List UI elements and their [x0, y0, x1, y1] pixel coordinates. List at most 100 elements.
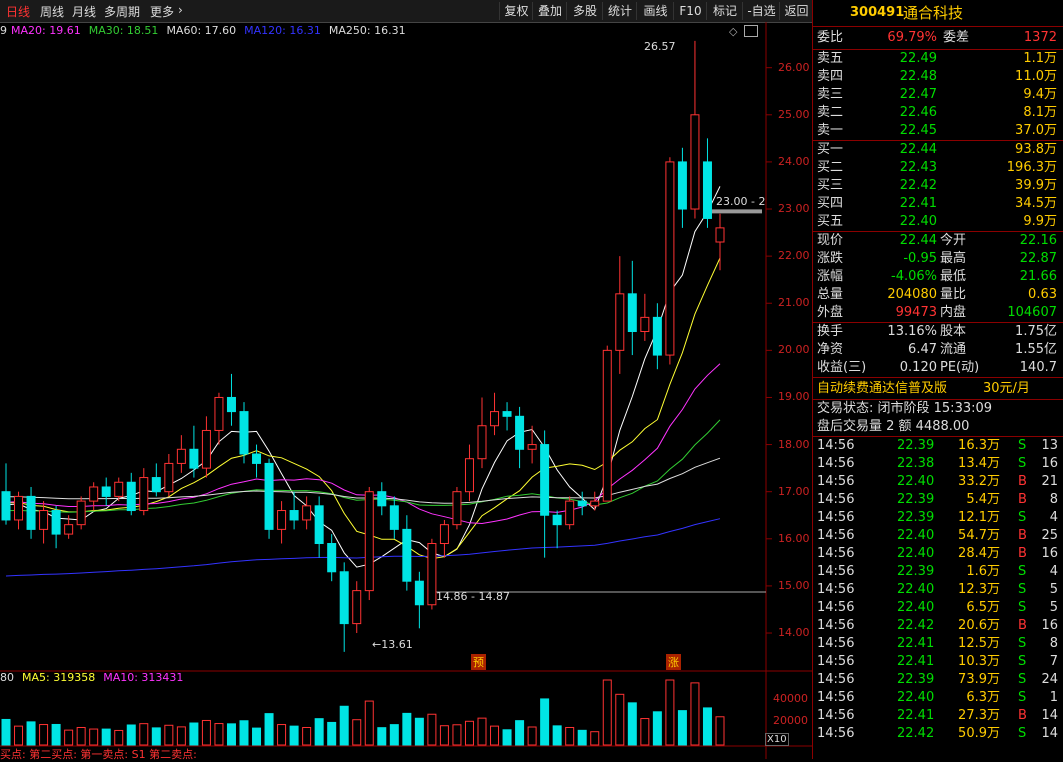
tick-time: 14:56 [817, 456, 855, 471]
tick-time: 14:56 [817, 636, 855, 651]
mark-yu[interactable]: 预 [471, 654, 486, 670]
book-volume: 9.9万 [1023, 214, 1057, 229]
tick-row[interactable]: 14:56 22.40 12.3万 S 5 [813, 581, 1063, 599]
fund-row: 收益(三) 0.120 PE(动) 140.7 [813, 359, 1063, 377]
volume-bar [690, 682, 700, 746]
stat-value: 104607 [1007, 305, 1057, 320]
tick-row[interactable]: 14:56 22.40 33.2万 B 21 [813, 473, 1063, 491]
right-price-annotation: 23.00 - 2 [716, 195, 766, 208]
after-hours-text: 盘后交易量 2 额 4488.00 [817, 419, 970, 434]
tick-volume: 12.3万 [958, 582, 1000, 597]
asks-row[interactable]: 卖四 22.48 11.0万 [813, 68, 1063, 86]
tick-time: 14:56 [817, 672, 855, 687]
volume-legend-item: MA10: 313431 [103, 671, 184, 684]
tick-volume: 33.2万 [958, 474, 1000, 489]
ad-price[interactable]: 30元/月 [983, 378, 1030, 399]
candle [652, 303, 662, 370]
ad-banner[interactable]: 自动续费通达信普及版 30元/月 [813, 378, 1063, 400]
tick-side: S [1018, 600, 1027, 615]
ma120-line [5, 518, 721, 577]
candle [402, 515, 412, 591]
volume-legend: 80 MA5: 319358 MA10: 313431 [0, 671, 191, 684]
asks-row[interactable]: 卖二 22.46 8.1万 [813, 104, 1063, 122]
book-price: 22.46 [899, 105, 937, 120]
tick-row[interactable]: 14:56 22.40 6.5万 S 5 [813, 599, 1063, 617]
volume-bar [1, 718, 11, 746]
asks-row[interactable]: 卖五 22.49 1.1万 [813, 50, 1063, 68]
book-price: 22.44 [899, 142, 937, 157]
fund-value: 1.55亿 [1015, 342, 1057, 357]
candle [439, 519, 449, 558]
tick-price: 22.39 [897, 672, 935, 687]
bids-row[interactable]: 买二 22.43 196.3万 [813, 159, 1063, 177]
tick-side: B [1018, 474, 1027, 489]
tick-row[interactable]: 14:56 22.38 13.4万 S 16 [813, 455, 1063, 473]
tick-row[interactable]: 14:56 22.41 10.3万 S 7 [813, 653, 1063, 671]
ask-book: 卖五 22.49 1.1万 卖四 22.48 11.0万 卖三 22.47 9.4万 卖二 22.4… [813, 50, 1063, 141]
candle [677, 147, 687, 228]
ad-text[interactable]: 自动续费通达信普及版 [817, 378, 947, 399]
tick-row[interactable]: 14:56 22.41 27.3万 B 14 [813, 707, 1063, 725]
tick-row[interactable]: 14:56 22.39 73.9万 S 24 [813, 671, 1063, 689]
tick-row[interactable]: 14:56 22.39 5.4万 B 8 [813, 491, 1063, 509]
tick-row[interactable]: 14:56 22.40 28.4万 B 16 [813, 545, 1063, 563]
bids-row[interactable]: 买一 22.44 93.8万 [813, 141, 1063, 159]
volume-bar [214, 723, 224, 746]
tick-row[interactable]: 14:56 22.41 12.5万 S 8 [813, 635, 1063, 653]
bids-row[interactable]: 买四 22.41 34.5万 [813, 195, 1063, 213]
tick-volume: 50.9万 [958, 726, 1000, 741]
book-label: 卖五 [817, 51, 844, 66]
candle [352, 581, 362, 634]
candle [627, 260, 637, 356]
tick-price: 22.40 [897, 474, 935, 489]
candle [414, 571, 424, 629]
tick-side: B [1018, 492, 1027, 507]
asks-row[interactable]: 卖三 22.47 9.4万 [813, 86, 1063, 104]
volume-bar [176, 726, 186, 746]
tick-row[interactable]: 14:56 22.39 12.1万 S 4 [813, 509, 1063, 527]
tick-count: 1 [1049, 690, 1058, 705]
volume-bar [51, 723, 61, 746]
stat-row: 现价 22.44 今开 22.16 [813, 232, 1063, 250]
book-volume: 37.0万 [1015, 123, 1057, 138]
tick-time: 14:56 [817, 474, 855, 489]
book-price: 22.41 [899, 196, 937, 211]
stat-label: 外盘 [817, 305, 844, 320]
volume-bar [277, 724, 287, 746]
tick-count: 24 [1041, 672, 1058, 687]
candle [452, 486, 462, 530]
book-label: 卖四 [817, 69, 844, 84]
volume-bar [114, 729, 124, 746]
bids-row[interactable]: 买五 22.40 9.9万 [813, 213, 1063, 231]
book-label: 买四 [817, 196, 844, 211]
tick-price: 22.42 [897, 618, 935, 633]
volume-bar [402, 712, 412, 746]
mark-zhang[interactable]: 涨 [666, 654, 681, 670]
volume-bar [101, 728, 111, 746]
tick-list[interactable]: 14:56 22.39 16.3万 S 13 14:56 22.38 13.4万 S 16 14:5… [813, 437, 1063, 743]
tick-row[interactable]: 14:56 22.39 1.6万 S 4 [813, 563, 1063, 581]
stock-header: 300491 通合科技 [813, 0, 1063, 27]
price-tick: 16.00 [778, 531, 810, 545]
book-label: 买三 [817, 178, 844, 193]
tick-count: 8 [1049, 492, 1058, 507]
tick-volume: 16.3万 [958, 438, 1000, 453]
tick-row[interactable]: 14:56 22.42 50.9万 S 14 [813, 725, 1063, 743]
tick-row[interactable]: 14:56 22.39 16.3万 S 13 [813, 437, 1063, 455]
asks-row[interactable]: 卖一 22.45 37.0万 [813, 122, 1063, 140]
candle [540, 430, 550, 558]
fund-label: PE(动) [940, 360, 980, 375]
bids-row[interactable]: 买三 22.42 39.9万 [813, 177, 1063, 195]
tick-count: 14 [1041, 726, 1058, 741]
tick-row[interactable]: 14:56 22.40 54.7万 B 25 [813, 527, 1063, 545]
tick-time: 14:56 [817, 438, 855, 453]
tick-row[interactable]: 14:56 22.40 6.3万 S 1 [813, 689, 1063, 707]
tick-count: 16 [1041, 618, 1058, 633]
tick-time: 14:56 [817, 528, 855, 543]
volume-bar [527, 726, 537, 746]
tick-row[interactable]: 14:56 22.42 20.6万 B 16 [813, 617, 1063, 635]
tick-price: 22.39 [897, 492, 935, 507]
stat-value: 22.16 [1019, 233, 1057, 248]
candle [214, 392, 224, 445]
stat-value: -0.95 [903, 251, 937, 266]
